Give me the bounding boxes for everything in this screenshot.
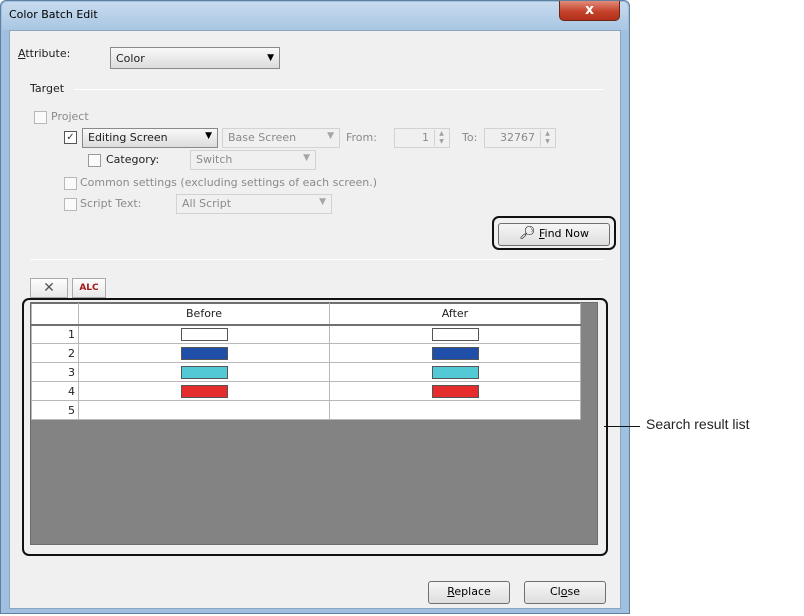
row-number: 5	[31, 400, 79, 420]
to-spinner[interactable]: 32767 ▲ ▼	[484, 128, 556, 148]
script-select[interactable]: All Script ▼	[176, 194, 332, 214]
close-button[interactable]: Close	[524, 581, 606, 604]
chevron-down-icon: ▼	[319, 197, 326, 207]
column-header-before[interactable]: Before	[78, 303, 330, 326]
replace-button[interactable]: Replace	[428, 581, 510, 604]
after-color-cell[interactable]	[329, 362, 581, 382]
target-divider	[74, 89, 604, 90]
from-label: From:	[346, 131, 377, 144]
row-number: 4	[31, 381, 79, 401]
row-number: 3	[31, 362, 79, 382]
chevron-down-icon: ▼	[267, 53, 274, 63]
spin-arrows-icon[interactable]: ▲ ▼	[540, 130, 554, 146]
result-table: Before After 12345	[31, 303, 581, 420]
project-checkbox[interactable]	[34, 111, 47, 124]
to-label: To:	[462, 131, 478, 144]
color-swatch	[180, 384, 228, 398]
color-swatch	[431, 365, 479, 379]
close-icon: x	[584, 2, 595, 18]
replace-label: Replace	[447, 585, 491, 598]
common-settings-checkbox[interactable]	[64, 177, 77, 190]
chevron-down-icon: ▼	[327, 131, 334, 141]
alc-delete-icon: ALC	[79, 283, 99, 293]
magnifier-icon: 🔎︎	[518, 226, 536, 241]
table-row[interactable]: 5	[31, 400, 581, 420]
before-color-cell[interactable]	[78, 362, 330, 382]
target-group-label: Target	[30, 82, 65, 95]
screen-type-select[interactable]: Editing Screen ▼	[82, 128, 218, 148]
after-color-cell[interactable]	[329, 381, 581, 401]
find-now-label: Find Now	[539, 227, 589, 240]
from-spinner[interactable]: 1 ▲ ▼	[394, 128, 450, 148]
before-color-cell[interactable]	[78, 400, 330, 420]
row-number: 1	[31, 324, 79, 344]
close-label: Close	[550, 585, 580, 598]
before-color-cell[interactable]	[78, 324, 330, 344]
after-color-cell[interactable]	[329, 343, 581, 363]
before-color-cell[interactable]	[78, 381, 330, 401]
checkmark-icon: ✓	[66, 132, 75, 143]
script-text-label: Script Text:	[80, 197, 142, 210]
chevron-down-icon: ▼	[205, 131, 212, 141]
annotation-label: Search result list	[646, 416, 750, 432]
editing-screen-checkbox[interactable]: ✓	[64, 131, 77, 144]
table-row[interactable]: 3	[31, 362, 581, 382]
screen-kind-select[interactable]: Base Screen ▼	[222, 128, 340, 148]
before-color-cell[interactable]	[78, 343, 330, 363]
category-checkbox[interactable]	[88, 154, 101, 167]
delete-all-button[interactable]: ALC	[72, 278, 106, 298]
screen-type-value: Editing Screen	[88, 131, 168, 144]
color-swatch	[431, 346, 479, 360]
attribute-label: Attribute:	[18, 47, 71, 60]
column-header-after[interactable]: After	[329, 303, 581, 326]
find-now-button[interactable]: 🔎︎ Find Now	[498, 223, 610, 246]
after-color-cell[interactable]	[329, 324, 581, 344]
chevron-down-icon: ▼	[303, 153, 310, 163]
after-color-cell[interactable]	[329, 400, 581, 420]
spin-arrows-icon[interactable]: ▲ ▼	[434, 130, 448, 146]
table-row[interactable]: 4	[31, 381, 581, 401]
window-title: Color Batch Edit	[9, 8, 98, 21]
color-swatch	[431, 384, 479, 398]
row-number-header	[31, 303, 79, 326]
color-swatch	[431, 328, 479, 341]
script-value: All Script	[182, 197, 232, 210]
category-select[interactable]: Switch ▼	[190, 150, 316, 170]
common-settings-label: Common settings (excluding settings of e…	[80, 176, 377, 189]
x-icon: ✕	[43, 280, 55, 296]
category-value: Switch	[196, 153, 233, 166]
row-number: 2	[31, 343, 79, 363]
table-header-row: Before After	[31, 303, 581, 326]
color-swatch	[180, 346, 228, 360]
table-row[interactable]: 1	[31, 324, 581, 344]
annotation-leader-line	[604, 426, 640, 427]
project-label: Project	[51, 110, 89, 123]
delete-row-button[interactable]: ✕	[30, 278, 68, 298]
script-text-checkbox[interactable]	[64, 198, 77, 211]
attribute-select[interactable]: Color ▼	[110, 47, 280, 69]
to-value: 32767	[500, 131, 535, 144]
color-swatch	[180, 328, 228, 341]
table-row[interactable]: 2	[31, 343, 581, 363]
close-window-button[interactable]: x	[559, 1, 620, 21]
attribute-select-value: Color	[116, 52, 145, 65]
from-value: 1	[422, 131, 429, 144]
category-label: Category:	[106, 153, 160, 166]
search-result-grid: Before After 12345	[30, 302, 598, 545]
screen-kind-value: Base Screen	[228, 131, 297, 144]
target-bottom-divider	[30, 259, 604, 260]
color-swatch	[180, 365, 228, 379]
